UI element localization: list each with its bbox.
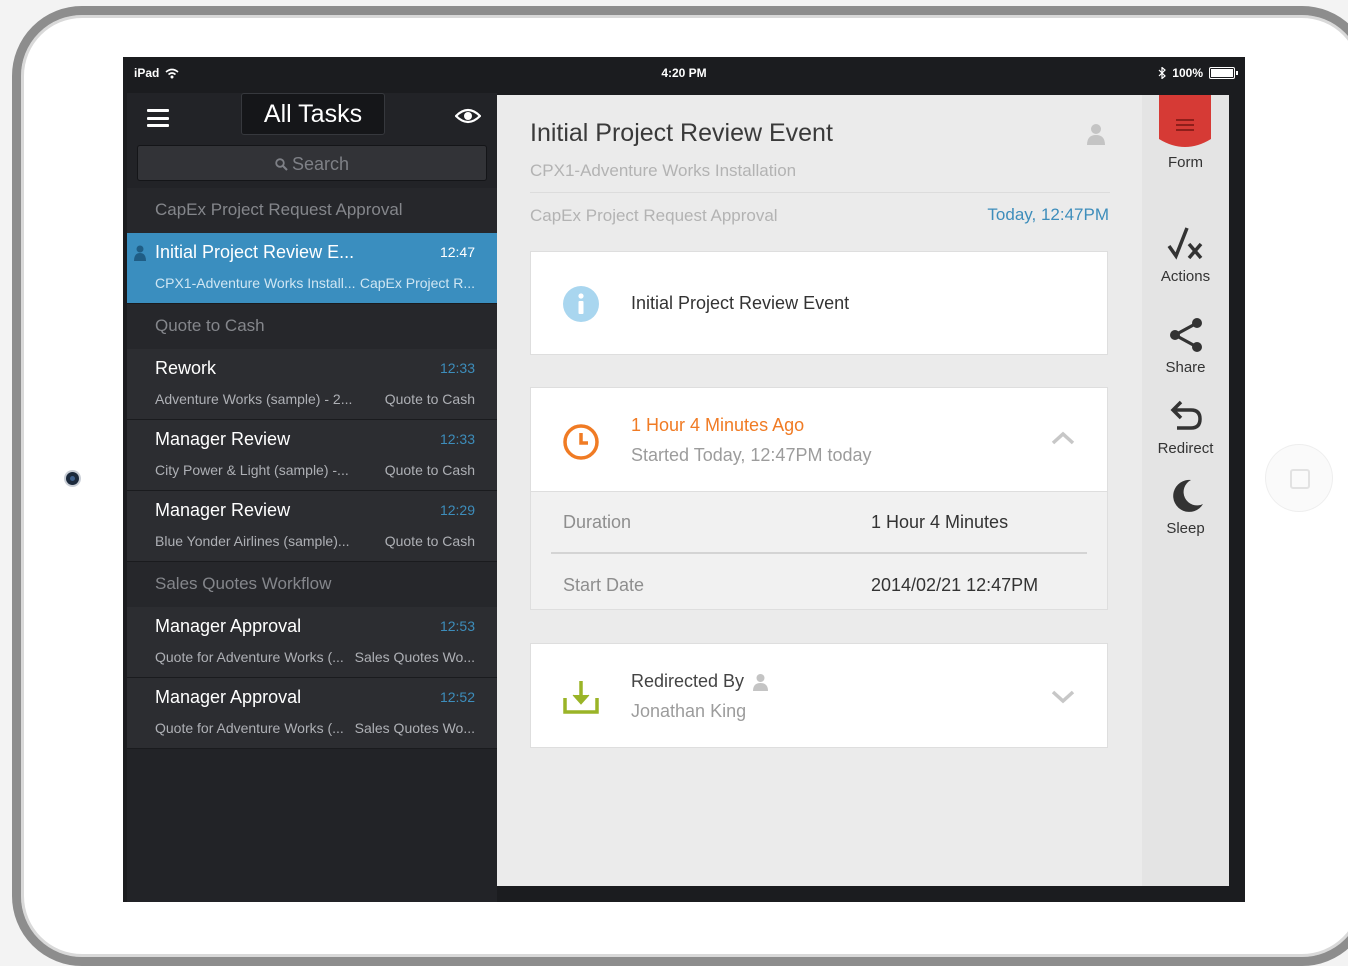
bluetooth-icon [1158,67,1167,79]
elapsed-time: 1 Hour 4 Minutes Ago [631,415,805,435]
battery-percent: 100% [1172,66,1203,80]
chevron-down-icon[interactable] [1051,690,1075,704]
duration-label: Duration [563,512,632,532]
info-card: Initial Project Review Event [530,251,1108,355]
divider [530,192,1110,193]
sidebar-title[interactable]: All Tasks [241,93,385,135]
action-bar: Form Actions Share Redirect Sleep [1142,95,1229,886]
person-icon [134,245,146,261]
start-date-label: Start Date [563,575,645,595]
task-subtitle: City Power & Light (sample) -... [155,462,349,478]
home-button[interactable] [1266,445,1332,511]
person-icon[interactable] [1087,123,1105,145]
task-title: Rework [155,358,217,378]
task-category: Quote to Cash [384,533,475,549]
download-icon [563,681,599,714]
moon-icon [1172,479,1203,512]
list-item[interactable]: Manager Review 12:33 City Power & Light … [127,420,497,491]
undo-arrow-icon [1170,400,1202,430]
list-item[interactable]: Manager Review 12:29 Blue Yonder Airline… [127,491,497,562]
info-icon [563,286,599,322]
redirect-label: Redirect [1157,440,1214,457]
task-time: 12:29 [439,502,475,518]
task-subtitle: Quote for Adventure Works (... [155,720,344,736]
status-time: 4:20 PM [661,66,707,80]
search-placeholder: Search [291,154,350,174]
page-subtitle: CPX1-Adventure Works Installation [530,161,797,180]
search-input[interactable]: Search [137,145,487,181]
task-sidebar: All Tasks Search CapEx Project Request A… [127,93,497,902]
chevron-up-icon[interactable] [1051,431,1075,445]
info-text: Initial Project Review Event [631,293,850,313]
task-time: 12:47 [439,244,475,260]
task-time: 12:33 [439,431,475,447]
task-time: 12:52 [439,689,475,705]
task-detail: Initial Project Review Event CPX1-Advent… [497,95,1142,886]
task-title: Manager Review [155,429,291,449]
status-bar: iPad 4:20 PM 100% [123,57,1245,93]
task-time: 12:33 [439,360,475,376]
timing-details: Duration 1 Hour 4 Minutes Start Date 201… [530,492,1108,610]
task-title: Manager Approval [155,687,302,707]
group-header: CapEx Project Request Approval [127,188,497,233]
task-title: Manager Review [155,500,291,520]
clock-icon [563,424,599,460]
task-category: Sales Quotes Wo... [354,720,475,736]
started-text: Started Today, 12:47PM today [631,445,872,465]
list-item[interactable]: Rework 12:33 Adventure Works (sample) - … [127,349,497,420]
redirect-button[interactable]: Redirect [1142,398,1229,457]
camera-icon [66,472,79,485]
workflow-category: CapEx Project Request Approval [530,206,778,225]
task-subtitle: CPX1-Adventure Works Install... [155,275,356,291]
actions-button[interactable]: Actions [1142,226,1229,285]
sleep-button[interactable]: Sleep [1142,478,1229,537]
task-category: CapEx Project R... [359,275,475,291]
group-header: Sales Quotes Workflow [127,562,497,607]
task-date: Today, 12:47PM [987,205,1109,224]
actions-label: Actions [1160,268,1211,285]
menu-icon[interactable] [147,109,169,127]
group-header: Quote to Cash [127,304,497,349]
list-item[interactable]: Manager Approval 12:52 Quote for Adventu… [127,678,497,749]
divider [551,552,1087,554]
sidebar-header: All Tasks [127,93,497,143]
task-subtitle: Blue Yonder Airlines (sample)... [155,533,350,549]
form-label: Form [1168,154,1203,171]
timing-card[interactable]: 1 Hour 4 Minutes Ago Started Today, 12:4… [530,387,1108,492]
share-icon [1169,318,1202,352]
task-list: CapEx Project Request Approval Initial P… [127,188,497,749]
duration-value: 1 Hour 4 Minutes [871,512,1009,532]
list-item[interactable]: Initial Project Review E... 12:47 CPX1-A… [127,233,497,304]
task-category: Quote to Cash [384,391,475,407]
page-title: Initial Project Review Event [530,119,833,147]
redirected-name: Jonathan King [631,701,747,721]
task-subtitle: Quote for Adventure Works (... [155,649,344,665]
ribbon-icon [1159,95,1211,147]
battery-icon [1209,67,1238,79]
share-label: Share [1165,359,1206,376]
screen: iPad 4:20 PM 100% All Tasks Search CapEx… [123,57,1245,902]
task-subtitle: Adventure Works (sample) - 2... [155,391,353,407]
start-date-value: 2014/02/21 12:47PM [871,575,1039,595]
search-icon [275,158,288,171]
task-category: Quote to Cash [384,462,475,478]
checkmark-x-icon [1167,227,1202,260]
task-title: Manager Approval [155,616,302,636]
person-icon [753,674,768,691]
share-button[interactable]: Share [1142,317,1229,376]
eye-icon[interactable] [455,107,481,125]
redirected-label: Redirected By [631,671,745,691]
task-category: Sales Quotes Wo... [354,649,475,665]
redirect-card[interactable]: Redirected By Jonathan King [530,643,1108,748]
sleep-label: Sleep [1166,520,1205,537]
task-time: 12:53 [439,618,475,634]
list-item[interactable]: Manager Approval 12:53 Quote for Adventu… [127,607,497,678]
task-title: Initial Project Review E... [155,242,355,262]
